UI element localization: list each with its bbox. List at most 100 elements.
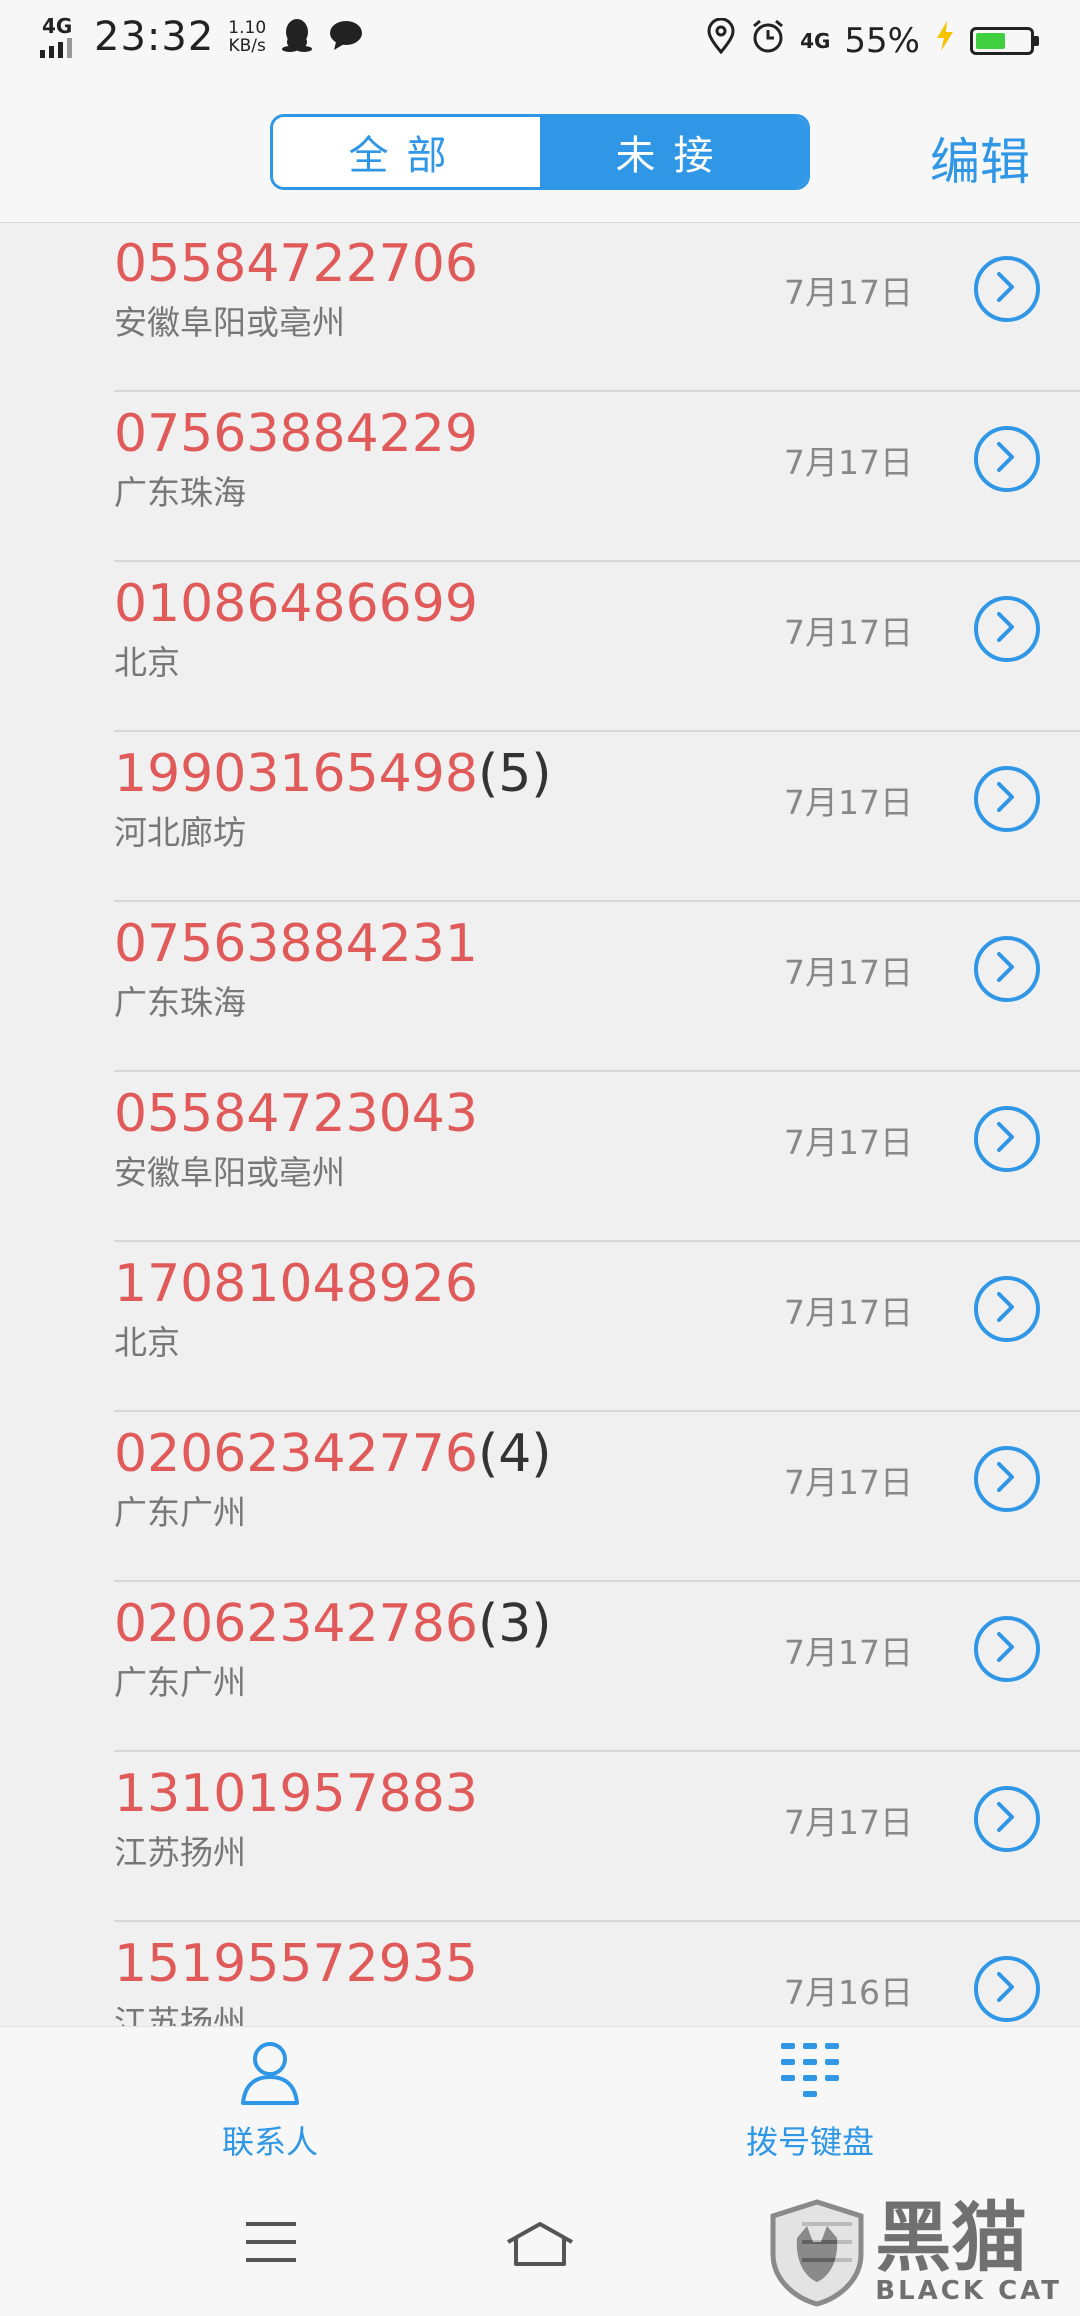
details-chevron-icon[interactable] xyxy=(974,1956,1040,2022)
call-location: 广东广州 xyxy=(114,1493,246,1532)
call-number: 07563884231 xyxy=(114,914,478,974)
contacts-icon xyxy=(237,2042,303,2111)
cat-shield-icon xyxy=(770,2199,864,2307)
details-chevron-icon[interactable] xyxy=(974,596,1040,662)
dialpad-tab[interactable]: 拨号键盘 xyxy=(660,2037,960,2163)
call-row[interactable]: 19903165498(5) 河北廊坊 7月17日 xyxy=(0,732,1080,902)
watermark-cn: 黑猫 xyxy=(875,2193,1028,2282)
call-row[interactable]: 07563884229 广东珠海 7月17日 xyxy=(0,392,1080,562)
dialpad-label: 拨号键盘 xyxy=(745,2123,874,2161)
call-row[interactable]: 17081048926 北京 7月17日 xyxy=(0,1242,1080,1412)
bottom-nav: 联系人 拨号键盘 xyxy=(0,2026,1080,2177)
details-chevron-icon[interactable] xyxy=(974,426,1040,492)
watermark-logo: 黑猫 BLACK CAT xyxy=(767,2198,1062,2308)
call-number-text: 05584723043 xyxy=(114,1084,478,1144)
call-date: 7月17日 xyxy=(784,613,913,652)
contacts-label: 联系人 xyxy=(221,2123,318,2161)
call-number-text: 15195572935 xyxy=(114,1934,478,1994)
call-log-list[interactable]: 05584722706 安徽阜阳或亳州 7月17日 07563884229 广东… xyxy=(0,222,1080,2026)
call-number-text: 19903165498 xyxy=(114,744,478,804)
call-location: 广东珠海 xyxy=(114,473,246,512)
net-speed-value: 1.10 xyxy=(228,18,267,38)
call-location: 广东珠海 xyxy=(114,983,246,1022)
net-speed-unit: KB/s xyxy=(228,36,266,56)
call-date: 7月17日 xyxy=(784,443,913,482)
details-chevron-icon[interactable] xyxy=(974,1276,1040,1342)
call-number: 17081048926 xyxy=(114,1254,478,1314)
call-date: 7月17日 xyxy=(784,953,913,992)
details-chevron-icon[interactable] xyxy=(974,1786,1040,1852)
status-right: 4G 55% xyxy=(706,17,1039,63)
details-chevron-icon[interactable] xyxy=(974,1616,1040,1682)
battery-icon xyxy=(970,26,1039,55)
call-number: 15195572935 xyxy=(114,1934,478,1994)
battery-percent: 55% xyxy=(844,20,920,61)
location-icon xyxy=(706,17,736,63)
call-number: 02062342786(3) xyxy=(114,1594,552,1654)
call-number: 07563884229 xyxy=(114,404,478,464)
call-count: (3) xyxy=(477,1594,552,1654)
details-chevron-icon[interactable] xyxy=(974,936,1040,1002)
call-count: (5) xyxy=(477,744,552,804)
dialpad-icon xyxy=(777,2043,843,2111)
net-speed: 1.10 KB/s xyxy=(228,19,266,55)
call-location: 北京 xyxy=(114,643,180,682)
call-location: 江苏扬州 xyxy=(114,1833,246,1872)
menu-icon[interactable] xyxy=(244,2220,298,2268)
call-count: (4) xyxy=(477,1424,552,1484)
call-row[interactable]: 15195572935 江苏扬州 7月16日 xyxy=(0,1922,1080,2026)
call-number-text: 02062342786 xyxy=(114,1594,478,1654)
network-type: 4G xyxy=(42,14,73,38)
tab-missed[interactable]: 未接 xyxy=(540,117,807,187)
home-icon[interactable] xyxy=(504,2220,576,2272)
call-date: 7月17日 xyxy=(784,273,913,312)
call-row[interactable]: 01086486699 北京 7月17日 xyxy=(0,562,1080,732)
call-number: 05584722706 xyxy=(114,234,478,294)
call-number: 01086486699 xyxy=(114,574,478,634)
call-location: 河北廊坊 xyxy=(114,813,246,852)
call-date: 7月17日 xyxy=(784,783,913,822)
call-number-text: 05584722706 xyxy=(114,234,478,294)
call-row[interactable]: 05584722706 安徽阜阳或亳州 7月17日 xyxy=(0,222,1080,392)
call-date: 7月16日 xyxy=(784,1973,913,2012)
status-bar: 4G 23:32 1.10 KB/s 4G 55% xyxy=(0,0,1080,86)
details-chevron-icon[interactable] xyxy=(974,766,1040,832)
call-number-text: 01086486699 xyxy=(114,574,478,634)
call-number-text: 07563884229 xyxy=(114,404,478,464)
network-type-right: 4G xyxy=(800,28,831,53)
tab-all[interactable]: 全部 xyxy=(273,117,540,187)
call-date: 7月17日 xyxy=(784,1463,913,1502)
call-row[interactable]: 07563884231 广东珠海 7月17日 xyxy=(0,902,1080,1072)
watermark-en: BLACK CAT xyxy=(875,2276,1062,2306)
call-number-text: 02062342776 xyxy=(114,1424,478,1484)
call-date: 7月17日 xyxy=(784,1123,913,1162)
call-row[interactable]: 05584723043 安徽阜阳或亳州 7月17日 xyxy=(0,1072,1080,1242)
details-chevron-icon[interactable] xyxy=(974,1446,1040,1512)
details-chevron-icon[interactable] xyxy=(974,256,1040,322)
edit-button[interactable]: 编辑 xyxy=(930,122,1030,194)
header: 全部 未接 编辑 xyxy=(0,86,1080,223)
signal-icon: 4G xyxy=(40,14,80,60)
qq-icon xyxy=(280,16,314,58)
filter-segmented-control: 全部 未接 xyxy=(270,114,810,190)
alarm-icon xyxy=(750,18,786,63)
call-date: 7月17日 xyxy=(784,1803,913,1842)
call-row[interactable]: 02062342786(3) 广东广州 7月17日 xyxy=(0,1582,1080,1752)
call-row[interactable]: 13101957883 江苏扬州 7月17日 xyxy=(0,1752,1080,1922)
call-row[interactable]: 02062342776(4) 广东广州 7月17日 xyxy=(0,1412,1080,1582)
message-icon xyxy=(328,18,364,56)
system-nav-bar: 黑猫 BLACK CAT xyxy=(0,2176,1080,2316)
call-number: 02062342776(4) xyxy=(114,1424,552,1484)
contacts-tab[interactable]: 联系人 xyxy=(120,2037,420,2163)
call-number: 05584723043 xyxy=(114,1084,478,1144)
clock: 23:32 xyxy=(94,14,215,60)
call-location: 北京 xyxy=(114,1323,180,1362)
call-date: 7月17日 xyxy=(784,1633,913,1672)
status-left: 4G 23:32 1.10 KB/s xyxy=(40,14,364,60)
call-location: 江苏扬州 xyxy=(114,2003,246,2026)
call-number: 19903165498(5) xyxy=(114,744,552,804)
charging-icon xyxy=(934,19,956,62)
details-chevron-icon[interactable] xyxy=(974,1106,1040,1172)
call-number: 13101957883 xyxy=(114,1764,478,1824)
call-location: 广东广州 xyxy=(114,1663,246,1702)
